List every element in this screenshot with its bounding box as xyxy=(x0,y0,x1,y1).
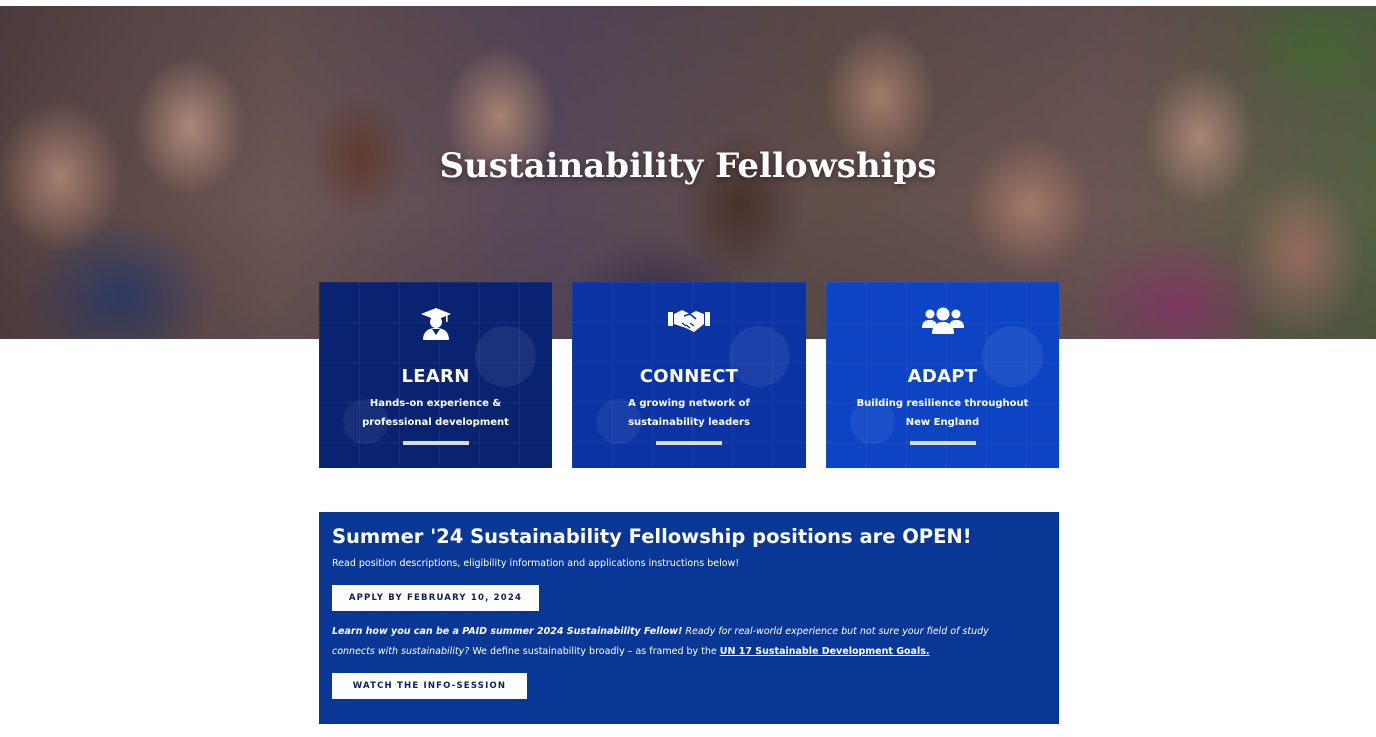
card-description: Building resilience throughout New Engla… xyxy=(856,398,1029,428)
card-underline xyxy=(909,441,976,445)
body-lead: Learn how you can be a PAID summer 2024 … xyxy=(332,626,683,637)
card-description: Hands-on experience & professional devel… xyxy=(362,398,509,428)
card-description: A growing network of sustainability lead… xyxy=(628,398,750,428)
announcement-heading: Summer '24 Sustainability Fellowship pos… xyxy=(332,525,972,548)
card-title: ADAPT xyxy=(907,366,978,387)
card-underline xyxy=(402,441,469,445)
announcement-panel: Summer '24 Sustainability Fellowship pos… xyxy=(319,512,1059,724)
graduate-icon xyxy=(319,306,552,342)
card-title: LEARN xyxy=(401,366,470,387)
page-title: Sustainability Fellowships xyxy=(439,146,937,186)
watch-info-session-button[interactable]: WATCH THE INFO-SESSION xyxy=(332,673,527,699)
announcement-body: Learn how you can be a PAID summer 2024 … xyxy=(332,622,1032,662)
announcement-subtext: Read position descriptions, eligibility … xyxy=(332,558,740,569)
card-adapt[interactable]: ADAPT Building resilience throughout New… xyxy=(826,282,1059,468)
handshake-icon xyxy=(572,306,806,342)
card-connect[interactable]: CONNECT A growing network of sustainabil… xyxy=(572,282,806,468)
body-text: We define sustainability broadly – as fr… xyxy=(469,646,720,657)
un-goals-link[interactable]: UN 17 Sustainable Development Goals. xyxy=(720,646,930,657)
card-underline xyxy=(656,441,722,445)
apply-button[interactable]: APPLY BY FEBRUARY 10, 2024 xyxy=(332,585,539,611)
card-learn[interactable]: LEARN Hands-on experience & professional… xyxy=(319,282,552,468)
users-icon xyxy=(826,306,1059,342)
card-title: CONNECT xyxy=(639,366,739,387)
